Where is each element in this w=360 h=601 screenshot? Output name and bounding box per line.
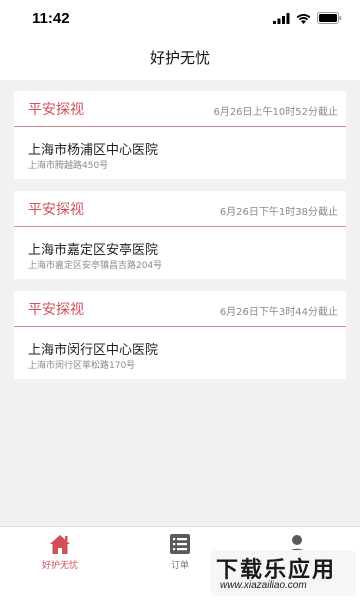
nav-bar: 好护无忧 xyxy=(0,36,360,80)
card-title: 平安探视 xyxy=(28,102,84,118)
card-header: 平安探视 6月26日上午10时52分截止 xyxy=(14,91,346,127)
status-icons xyxy=(273,12,342,24)
hospital-address: 上海市闵行区莘松路170号 xyxy=(28,361,136,371)
visit-card[interactable]: 平安探视 6月26日下午1时38分截止 上海市嘉定区安亭医院 上海市嘉定区安亭镇… xyxy=(14,191,346,279)
page-title: 好护无忧 xyxy=(149,49,210,67)
wifi-icon xyxy=(296,13,311,24)
tab-orders[interactable]: 订单 xyxy=(145,533,215,583)
card-deadline: 6月26日下午1时38分截止 xyxy=(219,207,338,218)
status-time: 11:42 xyxy=(32,10,70,27)
visit-card[interactable]: 平安探视 6月26日上午10时52分截止 上海市杨浦区中心医院 上海市腾越路45… xyxy=(14,91,346,179)
visit-card[interactable]: 平安探视 6月26日下午3时44分截止 上海市闵行区中心医院 上海市闵行区莘松路… xyxy=(14,291,346,379)
hospital-address: 上海市嘉定区安亭镇昌吉路204号 xyxy=(28,261,163,271)
home-icon xyxy=(50,535,70,554)
status-bar: 11:42 xyxy=(0,0,360,36)
hospital-name: 上海市嘉定区安亭医院 xyxy=(28,243,159,258)
hospital-name: 上海市闵行区中心医院 xyxy=(28,343,159,358)
card-deadline: 6月26日上午10时52分截止 xyxy=(213,107,338,118)
tab-label: 好护无忧 xyxy=(41,561,78,571)
hospital-address: 上海市腾越路450号 xyxy=(28,161,109,171)
watermark-url: www.xiazailiao.com xyxy=(220,580,307,591)
card-title: 平安探视 xyxy=(28,302,84,318)
card-deadline: 6月26日下午3时44分截止 xyxy=(219,307,338,318)
battery-icon xyxy=(317,12,342,24)
signal-icon xyxy=(273,12,290,24)
order-list-icon xyxy=(170,534,190,554)
watermark-logo: 下载乐应用 www.xiazailiao.com xyxy=(210,550,356,596)
card-header: 平安探视 6月26日下午1时38分截止 xyxy=(14,191,346,227)
card-header: 平安探视 6月26日下午3时44分截止 xyxy=(14,291,346,327)
card-title: 平安探视 xyxy=(28,202,84,218)
tab-label: 订单 xyxy=(170,561,189,571)
visit-list: 平安探视 6月26日上午10时52分截止 上海市杨浦区中心医院 上海市腾越路45… xyxy=(0,80,360,526)
tab-home[interactable]: 好护无忧 xyxy=(25,533,95,583)
hospital-name: 上海市杨浦区中心医院 xyxy=(28,143,159,158)
